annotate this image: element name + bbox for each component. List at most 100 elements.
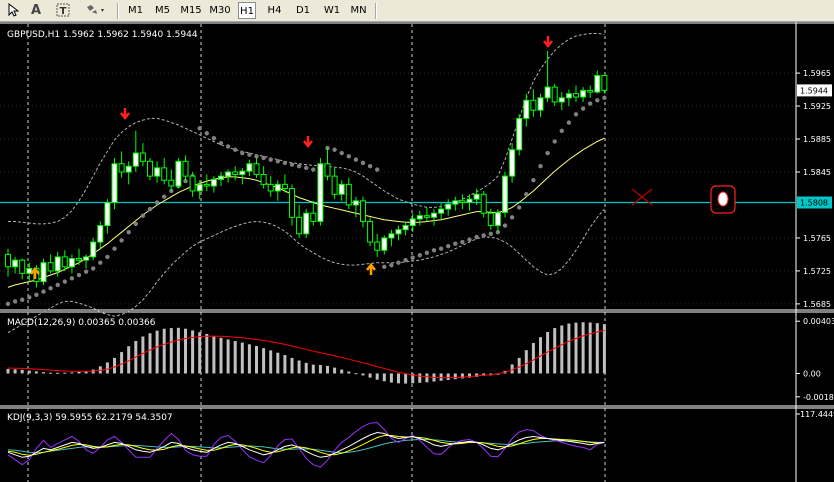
macd-bar	[20, 369, 24, 374]
bear-candle	[587, 89, 594, 93]
sar-dot	[48, 286, 53, 291]
text-icon[interactable]: A	[27, 3, 45, 19]
macd-bar	[120, 352, 124, 374]
sar-dot	[339, 150, 344, 156]
timeframe-h1-button[interactable]: H1	[238, 2, 256, 19]
bull-candle	[502, 175, 508, 213]
timeframe-m15-button[interactable]: M15	[178, 2, 204, 19]
timeframe-m30-button[interactable]: M30	[206, 2, 234, 19]
price-tick-label: 1.5885	[803, 135, 831, 144]
bull-candle	[83, 256, 90, 261]
bull-candle	[317, 163, 324, 222]
sar-dot	[233, 147, 238, 152]
sar-dot	[268, 157, 273, 162]
sar-dot	[360, 160, 366, 166]
sar-dot	[211, 136, 217, 141]
macd-bar	[567, 323, 571, 374]
alert-object-icon[interactable]	[710, 185, 736, 214]
macd-bar	[531, 342, 535, 374]
kdj-tick-label: 117.4449	[800, 410, 834, 419]
price-tick-label: 1.5965	[803, 69, 831, 78]
bear-candle	[480, 193, 487, 214]
bear-candle	[260, 173, 267, 185]
timeframe-m1-button[interactable]: M1	[124, 2, 147, 19]
bull-candle	[402, 225, 409, 231]
macd-bar	[247, 344, 251, 374]
bull-candle	[416, 215, 423, 220]
macd-bar	[304, 362, 308, 374]
sar-dot	[247, 152, 252, 157]
bull-candle	[210, 178, 217, 187]
macd-bar	[595, 323, 599, 374]
bull-candle	[54, 256, 61, 272]
sar-dot	[375, 167, 380, 172]
sar-dot	[83, 269, 89, 274]
macd-bar	[574, 322, 578, 374]
bull-candle	[111, 163, 118, 203]
chart-area[interactable]: 1.5965 1.5925 1.5885 1.5845 1.5765 1.5725 1.56…	[0, 22, 834, 482]
bull-candle	[388, 233, 395, 239]
cursor-icon[interactable]	[4, 2, 22, 19]
sar-dot	[396, 260, 401, 265]
bull-candle	[338, 183, 345, 195]
timeframe-w1-button[interactable]: W1	[321, 2, 343, 19]
sar-dot	[311, 167, 316, 172]
macd-bar	[602, 324, 606, 374]
macd-bar	[77, 371, 81, 374]
current-price-label: 1.5944	[800, 86, 828, 95]
hline-price-label: 1.5808	[800, 198, 828, 207]
sar-dot	[382, 264, 387, 269]
price-tick-label: 1.5685	[803, 300, 831, 309]
sar-dot	[332, 147, 337, 152]
macd-bar	[283, 355, 287, 374]
macd-bar	[269, 350, 273, 374]
bull-candle	[225, 171, 232, 177]
shapes-icon[interactable]	[85, 3, 107, 19]
sar-dot	[133, 221, 138, 227]
timeframe-h4-button[interactable]: H4	[263, 2, 286, 19]
bull-candle	[452, 200, 459, 205]
sar-dot	[282, 160, 288, 166]
sar-dot	[296, 164, 302, 169]
macd-bar	[354, 373, 358, 375]
bear-candle	[331, 175, 338, 195]
bull-candle	[125, 165, 132, 173]
bull-candle	[274, 183, 281, 192]
macd-bar	[553, 328, 557, 374]
price-tick-label: 1.5925	[803, 102, 831, 111]
timeframe-m5-button[interactable]: M5	[151, 2, 174, 19]
sar-dot	[517, 205, 522, 210]
macd-bar	[404, 373, 408, 384]
sar-dot	[218, 140, 224, 146]
price-tick-label: 1.5765	[803, 234, 831, 243]
bear-candle	[345, 183, 352, 206]
macd-bar	[368, 373, 372, 378]
bull-candle	[580, 89, 587, 98]
bear-candle	[168, 179, 175, 187]
bull-candle	[104, 201, 111, 227]
bull-candle	[40, 262, 47, 283]
sar-dot	[76, 272, 82, 278]
bear-candle	[367, 220, 374, 243]
bear-candle	[189, 175, 196, 192]
bear-candle	[147, 160, 153, 177]
text-label-icon[interactable]: T	[54, 3, 72, 19]
bull-candle	[516, 117, 523, 151]
macd-bar	[311, 364, 315, 374]
macd-bar	[425, 373, 429, 383]
sar-dot	[55, 282, 60, 288]
price-tick-label: 1.5725	[803, 267, 831, 276]
sar-dot	[20, 297, 25, 302]
sar-dot	[559, 128, 564, 133]
bear-candle	[267, 183, 274, 192]
macd-bar	[333, 367, 337, 374]
timeframe-d1-button[interactable]: D1	[291, 2, 315, 19]
macd-bar	[240, 342, 244, 374]
toolbar-separator	[117, 3, 119, 19]
timeframe-mn-button[interactable]: MN	[346, 2, 371, 19]
macd-bar	[297, 360, 301, 374]
bear-candle	[182, 160, 189, 177]
bull-candle	[431, 212, 437, 218]
macd-bar	[397, 373, 400, 384]
bull-candle	[409, 218, 416, 227]
